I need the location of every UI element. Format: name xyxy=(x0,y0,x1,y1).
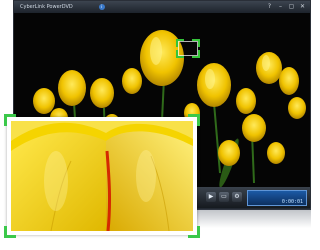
magnified-view-panel xyxy=(4,114,200,238)
title-bar: CyberLink PowerDVD i ? – ▢ ✕ xyxy=(14,1,310,13)
help-button[interactable]: ? xyxy=(266,3,273,11)
zoom-corner-bottom-right xyxy=(192,50,200,58)
zoom-corner-top-left xyxy=(176,39,184,47)
magnifier-corner-top-left xyxy=(4,114,16,126)
magnifier-corner-top-right xyxy=(188,114,200,126)
magnifier-corner-bottom-right xyxy=(188,226,200,238)
tulip-closeup-image xyxy=(11,121,193,231)
settings-icon[interactable]: ⚙ xyxy=(232,192,242,202)
window-reflection xyxy=(193,208,311,228)
time-readout: 0:00:01 xyxy=(281,199,303,205)
status-display: 0:00:01 xyxy=(247,190,307,206)
magnifier-corner-bottom-left xyxy=(4,226,16,238)
play-icon[interactable]: ▶ xyxy=(206,192,216,202)
info-icon[interactable]: i xyxy=(98,4,105,10)
zoom-corner-top-right xyxy=(192,39,200,47)
magnified-image xyxy=(11,121,193,231)
app-title: CyberLink PowerDVD xyxy=(20,4,73,10)
zoom-selection-frame[interactable] xyxy=(176,39,200,58)
display-icon[interactable]: ▭ xyxy=(219,192,229,202)
maximize-button[interactable]: ▢ xyxy=(288,3,295,11)
minimize-button[interactable]: – xyxy=(277,3,284,11)
zoom-corner-bottom-left xyxy=(176,50,184,58)
close-button[interactable]: ✕ xyxy=(299,3,306,11)
window-controls: ? – ▢ ✕ xyxy=(266,3,306,11)
